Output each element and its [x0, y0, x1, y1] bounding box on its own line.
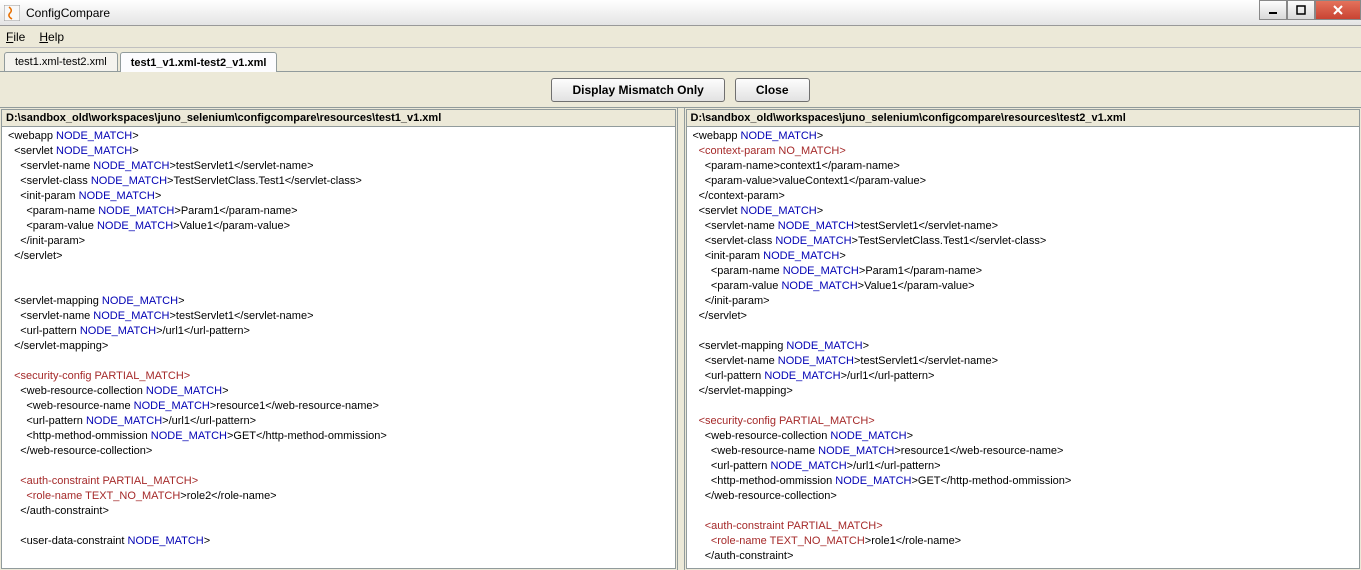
code-line: <url-pattern NODE_MATCH>/url1</url-patte… — [8, 414, 669, 429]
java-icon — [4, 5, 20, 21]
code-line: <webapp NODE_MATCH> — [693, 129, 1354, 144]
toolbar: Display Mismatch Only Close — [0, 72, 1361, 108]
code-line — [8, 459, 669, 474]
code-line: <param-value NODE_MATCH>Value1</param-va… — [8, 219, 669, 234]
code-line: <servlet-mapping NODE_MATCH> — [693, 339, 1354, 354]
code-line: <servlet NODE_MATCH> — [8, 144, 669, 159]
code-line: <servlet-name NODE_MATCH>testServlet1</s… — [8, 159, 669, 174]
code-line: <servlet-name NODE_MATCH>testServlet1</s… — [693, 354, 1354, 369]
code-line: </web-resource-collection> — [8, 444, 669, 459]
display-mismatch-button[interactable]: Display Mismatch Only — [551, 78, 724, 102]
code-line: <web-resource-name NODE_MATCH>resource1<… — [8, 399, 669, 414]
code-line: <auth-constraint PARTIAL_MATCH> — [693, 519, 1354, 534]
splitter[interactable] — [677, 108, 685, 570]
code-line: <role-name TEXT_NO_MATCH>role1</role-nam… — [693, 534, 1354, 549]
code-line — [693, 324, 1354, 339]
code-line: <param-name>context1</param-name> — [693, 159, 1354, 174]
compare-area: D:\sandbox_old\workspaces\juno_selenium\… — [0, 108, 1361, 570]
tabbar: test1.xml-test2.xml test1_v1.xml-test2_v… — [0, 48, 1361, 72]
window-title: ConfigCompare — [26, 6, 1357, 20]
code-line: <auth-constraint PARTIAL_MATCH> — [8, 474, 669, 489]
code-line: <servlet-class NODE_MATCH>TestServletCla… — [693, 234, 1354, 249]
left-pane: D:\sandbox_old\workspaces\juno_selenium\… — [1, 109, 676, 569]
right-pane: D:\sandbox_old\workspaces\juno_selenium\… — [686, 109, 1361, 569]
code-line: </web-resource-collection> — [693, 489, 1354, 504]
code-line: </auth-constraint> — [8, 504, 669, 519]
right-path: D:\sandbox_old\workspaces\juno_selenium\… — [687, 110, 1360, 127]
code-line: <servlet-name NODE_MATCH>testServlet1</s… — [8, 309, 669, 324]
code-line: </init-param> — [8, 234, 669, 249]
code-line: <role-name TEXT_NO_MATCH>role2</role-nam… — [8, 489, 669, 504]
code-line: <security-config PARTIAL_MATCH> — [693, 414, 1354, 429]
code-line — [693, 399, 1354, 414]
code-line: <url-pattern NODE_MATCH>/url1</url-patte… — [693, 459, 1354, 474]
code-line — [8, 264, 669, 279]
left-path: D:\sandbox_old\workspaces\juno_selenium\… — [2, 110, 675, 127]
code-line: <context-param NO_MATCH> — [693, 144, 1354, 159]
code-line: </context-param> — [693, 189, 1354, 204]
code-line: <url-pattern NODE_MATCH>/url1</url-patte… — [8, 324, 669, 339]
code-line: <web-resource-name NODE_MATCH>resource1<… — [693, 444, 1354, 459]
code-line — [8, 354, 669, 369]
code-line: </init-param> — [693, 294, 1354, 309]
tab-test1v1-test2v1[interactable]: test1_v1.xml-test2_v1.xml — [120, 52, 278, 72]
code-line: <security-config PARTIAL_MATCH> — [8, 369, 669, 384]
menubar: File Help — [0, 26, 1361, 48]
code-line: <servlet NODE_MATCH> — [693, 204, 1354, 219]
code-line: <param-value>valueContext1</param-value> — [693, 174, 1354, 189]
code-line: <webapp NODE_MATCH> — [8, 129, 669, 144]
window-controls — [1259, 0, 1361, 20]
code-line — [693, 504, 1354, 519]
code-line: <url-pattern NODE_MATCH>/url1</url-patte… — [693, 369, 1354, 384]
right-content[interactable]: <webapp NODE_MATCH> <context-param NO_MA… — [687, 127, 1360, 568]
left-content[interactable]: <webapp NODE_MATCH> <servlet NODE_MATCH>… — [2, 127, 675, 568]
code-line: </servlet-mapping> — [8, 339, 669, 354]
close-button[interactable]: Close — [735, 78, 810, 102]
code-line: <http-method-ommission NODE_MATCH>GET</h… — [8, 429, 669, 444]
code-line: <param-value NODE_MATCH>Value1</param-va… — [693, 279, 1354, 294]
code-line: <param-name NODE_MATCH>Param1</param-nam… — [8, 204, 669, 219]
code-line: </servlet> — [693, 309, 1354, 324]
code-line: <servlet-name NODE_MATCH>testServlet1</s… — [693, 219, 1354, 234]
code-line: <init-param NODE_MATCH> — [693, 249, 1354, 264]
code-line: <http-method-ommission NODE_MATCH>GET</h… — [693, 474, 1354, 489]
code-line: <param-name NODE_MATCH>Param1</param-nam… — [693, 264, 1354, 279]
maximize-button[interactable] — [1287, 0, 1315, 20]
code-line: <web-resource-collection NODE_MATCH> — [8, 384, 669, 399]
minimize-button[interactable] — [1259, 0, 1287, 20]
menu-help[interactable]: Help — [39, 30, 64, 44]
code-line: <init-param NODE_MATCH> — [8, 189, 669, 204]
titlebar[interactable]: ConfigCompare — [0, 0, 1361, 26]
code-line: </auth-constraint> — [693, 549, 1354, 564]
code-line: </servlet-mapping> — [693, 384, 1354, 399]
menu-file[interactable]: File — [6, 30, 25, 44]
tab-test1-test2[interactable]: test1.xml-test2.xml — [4, 52, 118, 71]
code-line: <servlet-class NODE_MATCH>TestServletCla… — [8, 174, 669, 189]
code-line: <user-data-constraint NODE_MATCH> — [8, 534, 669, 549]
close-window-button[interactable] — [1315, 0, 1361, 20]
code-line: </servlet> — [8, 249, 669, 264]
code-line — [8, 519, 669, 534]
code-line — [8, 279, 669, 294]
code-line: <servlet-mapping NODE_MATCH> — [8, 294, 669, 309]
code-line: <web-resource-collection NODE_MATCH> — [693, 429, 1354, 444]
